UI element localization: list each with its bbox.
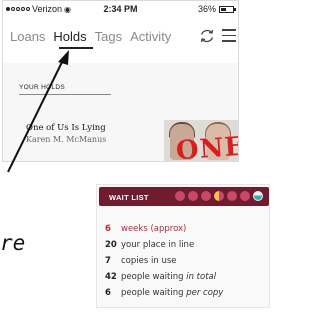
moon-dot-icon [227,191,237,201]
wait-list-row-per-copy: 6 people waiting per copy [105,288,224,298]
refresh-icon[interactable] [198,27,216,45]
book-title[interactable]: One of Us Is Lying [26,123,106,133]
wait-list-title: WAIT LIST [109,193,149,202]
battery-icon [219,5,236,13]
half-moon-icon [214,191,224,201]
wait-list-card: WAIT LIST 6 weeks (approx) 20 your place… [96,184,270,308]
wait-list-header: WAIT LIST [99,187,269,206]
wait-list-row-place: 20 your place in line [105,240,195,250]
battery-status: 36% [197,4,236,14]
moon-dot-icon [175,191,185,201]
section-label: YOUR HOLDS [19,84,65,91]
moon-phase-icons [175,191,263,201]
active-tab-indicator [59,47,93,49]
cover-title: ONE [175,131,238,162]
moon-dot-icon [201,191,211,201]
shelf-tabs: Loans Holds Tags Activity [10,29,171,44]
book-cover[interactable]: ONE [164,120,238,162]
annotation-text: re [0,231,26,255]
wait-list-row-weeks: 6 weeks (approx) [105,224,187,234]
wait-list-row-copies: 7 copies in use [105,256,177,266]
tab-activity[interactable]: Activity [130,29,171,44]
battery-percent: 36% [197,4,216,14]
tab-loans[interactable]: Loans [10,29,45,44]
moon-dot-icon [240,191,250,201]
tab-tags[interactable]: Tags [95,29,122,44]
moon-dot-icon [188,191,198,201]
book-author: Karen M. McManus [26,135,107,144]
section-divider [19,94,111,95]
globe-icon [253,191,263,201]
menu-icon[interactable] [222,29,236,43]
status-bar: Verizon ◉ 2:34 PM 36% [3,1,238,17]
libby-app-screen: Verizon ◉ 2:34 PM 36% Loans Holds Tags A… [2,0,239,162]
wait-list-row-total: 42 people waiting in total [105,272,217,282]
tab-holds[interactable]: Holds [53,29,86,44]
